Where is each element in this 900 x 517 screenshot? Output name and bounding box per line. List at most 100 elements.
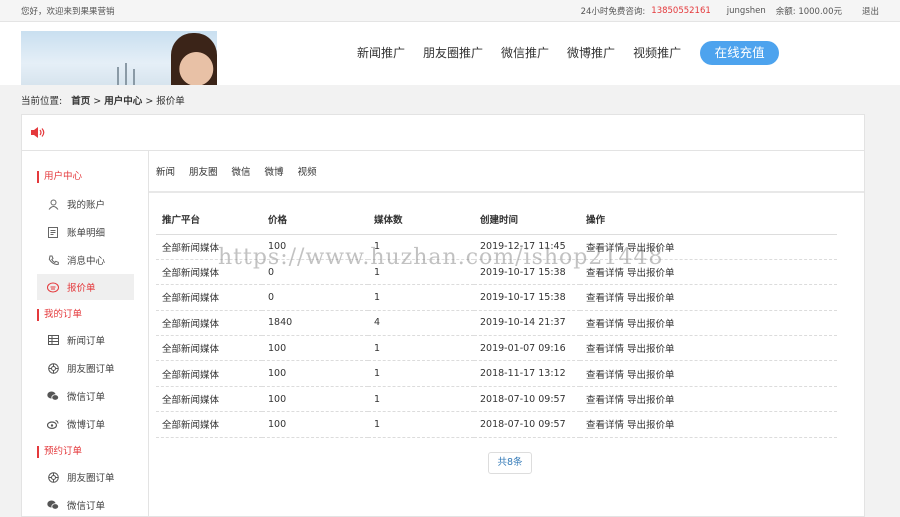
sidebar-item-quotes[interactable]: 报价单 <box>37 274 134 300</box>
view-detail-link[interactable]: 查看详情 <box>586 319 624 330</box>
top-bar: 您好，欢迎来到果果营销 24小时免费咨询: 13850552161 jungsh… <box>0 0 900 22</box>
sidebar-item-label: 消息中心 <box>67 256 106 267</box>
export-quote-link[interactable]: 导出报价单 <box>627 293 675 304</box>
sidebar-item-label: 账单明细 <box>67 228 106 239</box>
sidebar-item-label: 微信订单 <box>67 392 106 403</box>
cell-created-time: 2019-10-14 21:37 <box>474 310 580 337</box>
nav-wechat[interactable]: 微信推广 <box>501 41 549 65</box>
breadcrumb-current: 报价单 <box>156 96 185 107</box>
tab-weibo[interactable]: 微博 <box>265 164 284 178</box>
nav-video[interactable]: 视频推广 <box>633 41 681 65</box>
cell-actions: 查看详情 导出报价单 <box>580 360 837 387</box>
logout-link[interactable]: 退出 <box>862 5 879 17</box>
cell-actions: 查看详情 导出报价单 <box>580 284 837 311</box>
table-row: 全部新闻媒体 1840 4 2019-10-14 21:37 查看详情 导出报价单 <box>156 310 837 337</box>
cell-platform: 全部新闻媒体 <box>156 386 262 413</box>
export-quote-link[interactable]: 导出报价单 <box>627 319 675 330</box>
cell-media-count: 1 <box>368 360 474 387</box>
export-quote-link[interactable]: 导出报价单 <box>627 420 675 431</box>
cell-platform: 全部新闻媒体 <box>156 360 262 387</box>
cell-platform: 全部新闻媒体 <box>156 335 262 362</box>
watermark: https://www.huzhan.com/ishop21448 <box>218 245 664 270</box>
sidebar-item-moments-orders[interactable]: 朋友圈订单 <box>37 355 134 381</box>
sidebar-item-messages[interactable]: 消息中心 <box>37 247 134 273</box>
table-row: 全部新闻媒体 100 1 2019-01-07 09:16 查看详情 导出报价单 <box>156 335 837 362</box>
sidebar-item-bills[interactable]: 账单明细 <box>37 219 134 245</box>
nav-moments[interactable]: 朋友圈推广 <box>423 41 483 65</box>
content-panel: 用户中心 我的账户 账单明细 消息中心 报价单 我的订单 新闻订单 朋友圈订单 <box>21 114 865 517</box>
export-quote-link[interactable]: 导出报价单 <box>627 370 675 381</box>
main-nav: 新闻推广 朋友圈推广 微信推广 微博推广 视频推广 在线充值 <box>348 41 780 65</box>
breadcrumb-user-center[interactable]: 用户中心 <box>104 96 142 107</box>
export-quote-link[interactable]: 导出报价单 <box>627 344 675 355</box>
user-icon <box>47 198 59 210</box>
sidebar-item-label: 朋友圈订单 <box>67 364 115 375</box>
cell-created-time: 2018-11-17 13:12 <box>474 360 580 387</box>
weibo-icon <box>47 418 59 430</box>
breadcrumb-sep: > <box>90 96 105 107</box>
tab-video[interactable]: 视频 <box>298 164 317 178</box>
cell-media-count: 4 <box>368 310 474 337</box>
table-row: 全部新闻媒体 100 1 2018-07-10 09:57 查看详情 导出报价单 <box>156 411 837 438</box>
sidebar-item-label: 朋友圈订单 <box>67 473 115 484</box>
hotline-number: 13850552161 <box>651 5 711 16</box>
breadcrumb-sep: > <box>142 96 157 107</box>
sidebar-item-news-orders[interactable]: 新闻订单 <box>37 327 134 353</box>
cell-platform: 全部新闻媒体 <box>156 284 262 311</box>
tab-wechat[interactable]: 微信 <box>232 164 251 178</box>
wechat-icon <box>47 499 59 511</box>
cell-created-time: 2018-07-10 09:57 <box>474 386 580 413</box>
pagination-total[interactable]: 共8条 <box>488 452 532 474</box>
view-detail-link[interactable]: 查看详情 <box>586 344 624 355</box>
notice-bar <box>22 115 864 151</box>
cell-media-count: 1 <box>368 284 474 311</box>
sidebar-group-orders: 我的订单 <box>37 309 82 321</box>
cell-price: 100 <box>262 411 368 438</box>
sidebar-item-weibo-orders[interactable]: 微博订单 <box>37 411 134 437</box>
username[interactable]: jungshen <box>727 6 766 16</box>
cell-platform: 全部新闻媒体 <box>156 310 262 337</box>
sidebar-item-account[interactable]: 我的账户 <box>37 191 134 217</box>
export-quote-link[interactable]: 导出报价单 <box>627 395 675 406</box>
cell-created-time: 2018-07-10 09:57 <box>474 411 580 438</box>
tab-news[interactable]: 新闻 <box>156 164 175 178</box>
welcome-text: 您好，欢迎来到果果营销 <box>21 6 115 17</box>
document-icon <box>47 226 59 238</box>
column-header: 媒体数 <box>368 205 474 235</box>
sidebar-item-label: 报价单 <box>67 283 96 294</box>
cell-actions: 查看详情 导出报价单 <box>580 411 837 438</box>
cell-actions: 查看详情 导出报价单 <box>580 310 837 337</box>
sidebar: 用户中心 我的账户 账单明细 消息中心 报价单 我的订单 新闻订单 朋友圈订单 <box>22 151 149 516</box>
cell-price: 100 <box>262 360 368 387</box>
cell-media-count: 1 <box>368 335 474 362</box>
sidebar-item-booking-moments[interactable]: 朋友圈订单 <box>37 464 134 490</box>
nav-news[interactable]: 新闻推广 <box>357 41 405 65</box>
view-detail-link[interactable]: 查看详情 <box>586 395 624 406</box>
sidebar-item-label: 微信订单 <box>67 501 106 512</box>
table-row: 全部新闻媒体 0 1 2019-10-17 15:38 查看详情 导出报价单 <box>156 284 837 311</box>
aperture-icon <box>47 471 59 483</box>
sidebar-item-label: 我的账户 <box>67 200 106 211</box>
nav-weibo[interactable]: 微博推广 <box>567 41 615 65</box>
wechat-icon <box>47 390 59 402</box>
breadcrumb: 当前位置: 首页 > 用户中心 > 报价单 <box>21 93 185 107</box>
recharge-button[interactable]: 在线充值 <box>700 41 780 65</box>
table-row: 全部新闻媒体 100 1 2018-07-10 09:57 查看详情 导出报价单 <box>156 386 837 413</box>
sidebar-group-user: 用户中心 <box>37 171 82 183</box>
view-detail-link[interactable]: 查看详情 <box>586 293 624 304</box>
sidebar-item-booking-wechat[interactable]: 微信订单 <box>37 492 134 517</box>
cell-media-count: 1 <box>368 386 474 413</box>
phone-icon <box>47 254 59 266</box>
breadcrumb-home[interactable]: 首页 <box>71 96 90 107</box>
tab-moments[interactable]: 朋友圈 <box>189 164 218 178</box>
view-detail-link[interactable]: 查看详情 <box>586 420 624 431</box>
cell-media-count: 1 <box>368 411 474 438</box>
sidebar-item-wechat-orders[interactable]: 微信订单 <box>37 383 134 409</box>
view-detail-link[interactable]: 查看详情 <box>586 370 624 381</box>
cell-created-time: 2019-10-17 15:38 <box>474 284 580 311</box>
column-header: 推广平台 <box>156 205 262 235</box>
table-row: 全部新闻媒体 100 1 2018-11-17 13:12 查看详情 导出报价单 <box>156 360 837 387</box>
breadcrumb-prefix: 当前位置: <box>21 96 63 107</box>
main-content: 新闻 朋友圈 微信 微博 视频 推广平台 价格 媒体数 创建时间 操作 全部新闻… <box>149 151 864 516</box>
platform-tabs: 新闻 朋友圈 微信 微博 视频 <box>149 151 864 193</box>
